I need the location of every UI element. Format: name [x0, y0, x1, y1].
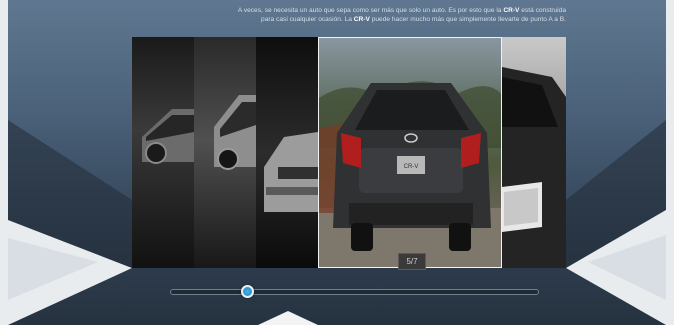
gallery-photo-active[interactable]: CR-V	[318, 37, 502, 268]
gallery-photo-2[interactable]	[194, 37, 256, 268]
gallery-slider-thumb[interactable]	[241, 285, 254, 298]
car-rear-view-image: CR-V	[319, 81, 501, 267]
license-plate-text: CR-V	[404, 164, 419, 170]
car-front-image	[264, 132, 318, 212]
gallery-slider-track[interactable]	[170, 289, 539, 295]
caption-text-2: está construida	[519, 7, 566, 14]
car-rear-quarter-image	[214, 95, 256, 170]
caption-text-1: A veces, se necesita un auto que sepa co…	[237, 7, 504, 14]
car-rear-closeup-image	[502, 67, 566, 268]
caption-text-4: puede hacer mucho más que simplemente ll…	[369, 16, 566, 23]
intro-caption: A veces, se necesita un auto que sepa co…	[188, 6, 566, 24]
caption-model-1: CR-V	[503, 7, 520, 14]
photo-counter: 5/7	[398, 253, 426, 270]
gallery-photo-3[interactable]	[256, 37, 318, 268]
caption-model-2: CR-V	[353, 16, 370, 23]
photo-gallery: CR-V	[132, 37, 566, 268]
showcase-stage: A veces, se necesita un auto que sepa co…	[8, 0, 666, 325]
gallery-photo-next[interactable]	[502, 37, 566, 268]
car-side-image	[142, 109, 194, 164]
caption-text-3: para casi cualquier ocasión. La	[261, 16, 354, 23]
gallery-photo-1[interactable]	[132, 37, 194, 268]
